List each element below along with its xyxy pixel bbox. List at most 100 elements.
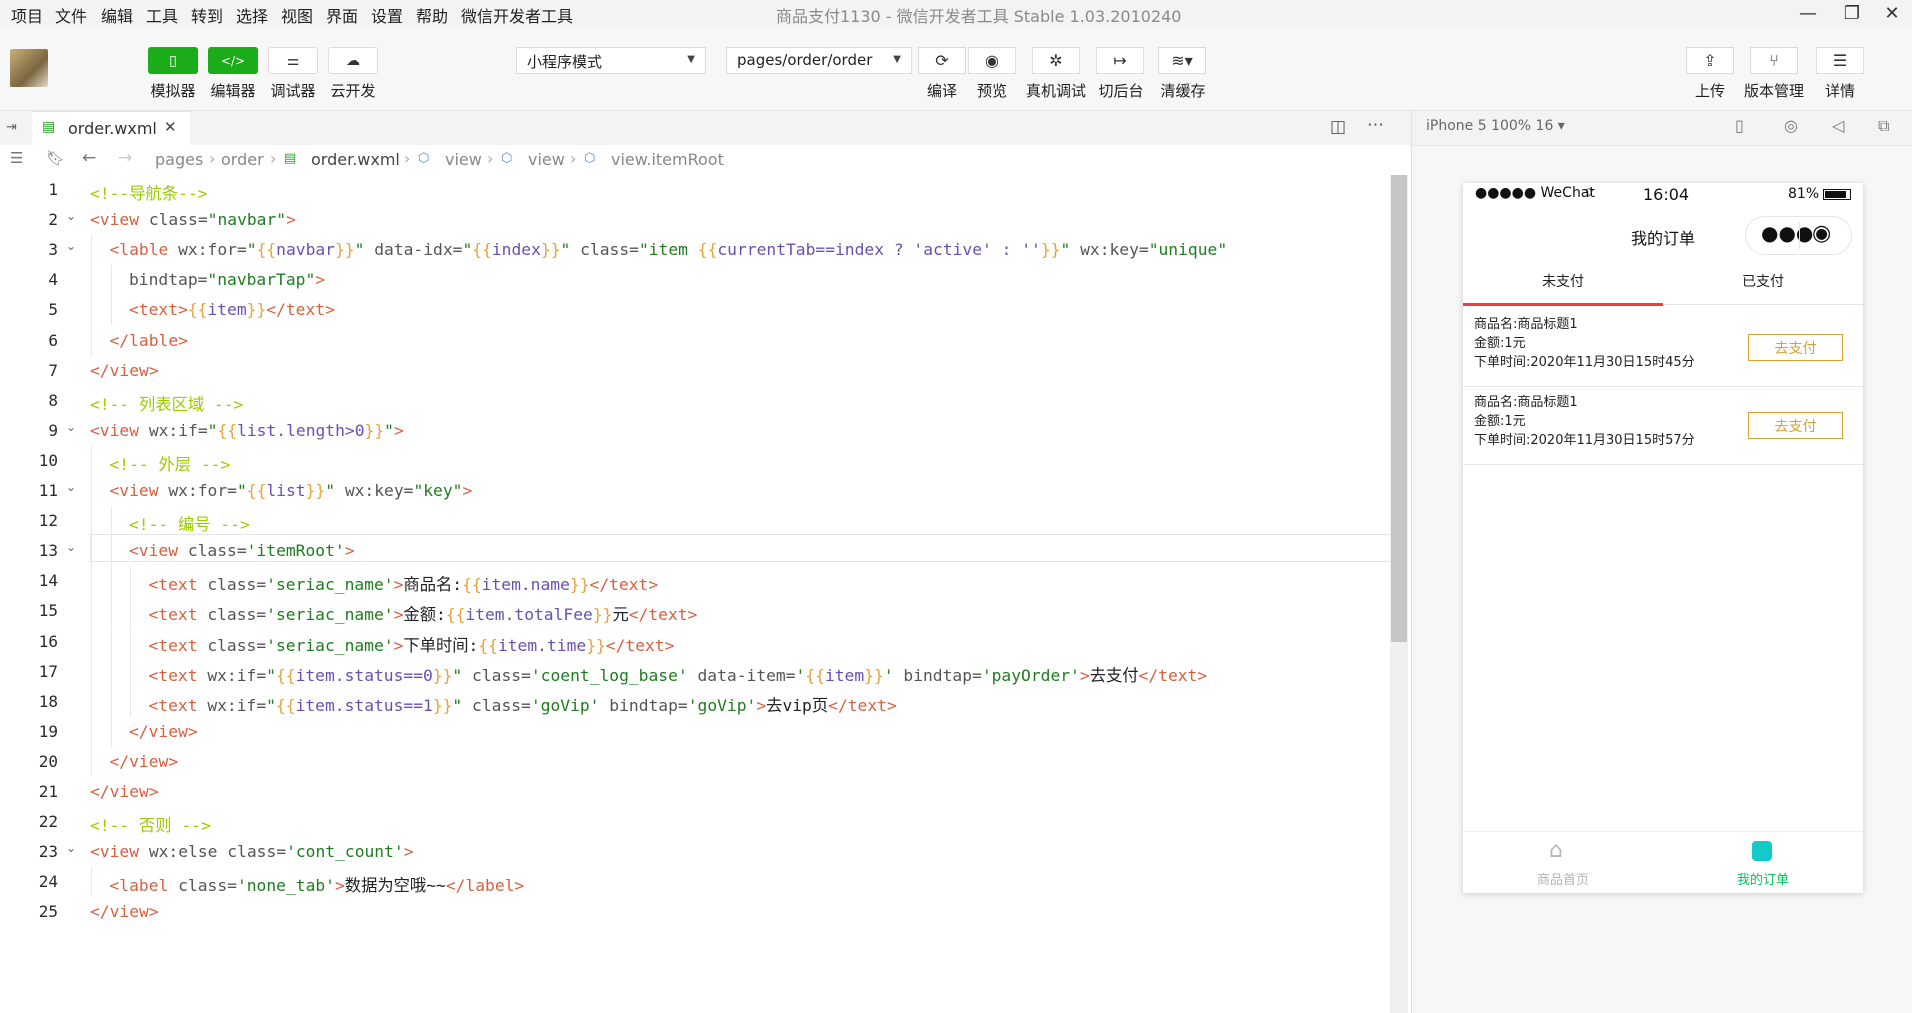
code-line[interactable]: 1 <!--导航条--> xyxy=(0,175,1400,205)
code-line[interactable]: 16 <text class='seriac_name'>下单时间:{{item.… xyxy=(0,626,1400,657)
code-line[interactable]: 14 <text class='seriac_name'>商品名:{{item.n… xyxy=(0,566,1400,597)
breadcrumb-view-2[interactable]: view xyxy=(528,150,565,169)
minimize-icon[interactable]: — xyxy=(1786,0,1830,27)
menu-wechat-devtools[interactable]: 微信开发者工具 xyxy=(461,3,573,27)
tab-paid[interactable]: 已支付 xyxy=(1663,271,1863,291)
close-mini-program-icon[interactable]: ◉ xyxy=(1812,221,1831,246)
phone-icon[interactable]: ▯ xyxy=(1735,116,1744,135)
compile-button[interactable]: ⟳ xyxy=(918,47,966,74)
code-line[interactable]: 17 <text wx:if="{{item.status==0}}" class… xyxy=(0,656,1400,687)
breadcrumb-file[interactable]: order.wxml xyxy=(311,150,400,169)
code-line[interactable]: 10 <!-- 外层 --> xyxy=(0,445,1400,476)
device-select[interactable]: iPhone 5 100% 16 ▾ xyxy=(1426,118,1565,134)
code-line[interactable]: 18 <text wx:if="{{item.status==1}}" class… xyxy=(0,686,1400,717)
code-line[interactable]: 6 </lable> xyxy=(0,325,1400,356)
order-name: 商品名:商品标题1 xyxy=(1474,395,1578,410)
code-line[interactable]: 25 </view> xyxy=(0,897,1400,927)
breadcrumb-view-1[interactable]: view xyxy=(445,150,482,169)
code-line[interactable]: 9 ⌄ <view wx:if="{{list.length>0}}"> xyxy=(0,416,1400,446)
code-line[interactable]: 13 ⌄ <view class='itemRoot'> xyxy=(0,536,1400,567)
capsule-menu[interactable]: ●●● ◉ xyxy=(1745,216,1852,255)
code-line[interactable]: 5 <text>{{item}}</text> xyxy=(0,295,1400,326)
cloud-dev-button[interactable]: ☁ xyxy=(328,47,378,74)
remote-debug-button[interactable]: ✲ xyxy=(1032,47,1080,74)
switch-background-button[interactable]: ↦ xyxy=(1096,47,1144,74)
menu-settings[interactable]: 设置 xyxy=(371,3,403,27)
more-icon[interactable]: ⋯ xyxy=(1367,115,1384,135)
code-line[interactable]: 19 </view> xyxy=(0,716,1400,747)
code-token: " xyxy=(207,420,218,440)
preview-button[interactable]: ◉ xyxy=(968,47,1016,74)
code-line[interactable]: 21 </view> xyxy=(0,777,1400,807)
code-token: {{ xyxy=(445,605,466,625)
menu-edit[interactable]: 编辑 xyxy=(101,3,133,27)
code-text: </view> xyxy=(90,782,159,801)
menu-project[interactable]: 项目 xyxy=(11,3,43,27)
tab-unpaid[interactable]: 未支付 xyxy=(1463,271,1663,291)
pay-button[interactable]: 去支付 xyxy=(1748,412,1843,439)
code-line[interactable]: 15 <text class='seriac_name'>金额:{{item.to… xyxy=(0,596,1400,627)
fold-chevron-icon[interactable]: ⌄ xyxy=(66,420,76,434)
page-select[interactable]: pages/order/order ▼ xyxy=(726,47,912,74)
editor-scrollbar-thumb[interactable] xyxy=(1391,175,1407,642)
code-line[interactable]: 22 <!-- 否则 --> xyxy=(0,807,1400,837)
fold-chevron-icon[interactable]: ⌄ xyxy=(66,480,76,494)
fold-chevron-icon[interactable]: ⌄ xyxy=(66,209,76,223)
code-line[interactable]: 4 bindtap="navbarTap"> xyxy=(0,265,1400,296)
tab-order-wxml[interactable]: ▤ order.wxml ✕ xyxy=(32,111,190,146)
menu-goto[interactable]: 转到 xyxy=(191,3,223,27)
fold-chevron-icon[interactable]: ⌄ xyxy=(66,540,76,554)
detach-window-icon[interactable]: ⧉ xyxy=(1878,116,1889,136)
close-tab-icon[interactable]: ✕ xyxy=(164,118,177,136)
fold-chevron-icon[interactable]: ⌄ xyxy=(66,841,76,855)
bookmark-icon[interactable]: 🔖︎ xyxy=(46,149,65,167)
breadcrumb-order[interactable]: order xyxy=(221,150,264,169)
close-icon[interactable]: ✕ xyxy=(1870,0,1912,27)
code-line[interactable]: 11 ⌄ <view wx:for="{{list}}" wx:key="key"> xyxy=(0,476,1400,506)
back-arrow-icon[interactable]: ← xyxy=(82,148,96,168)
pay-button[interactable]: 去支付 xyxy=(1748,334,1843,361)
code-line[interactable]: 8 <!-- 列表区域 --> xyxy=(0,386,1400,416)
menu-view[interactable]: 视图 xyxy=(281,3,313,27)
mode-select[interactable]: 小程序模式 ▼ xyxy=(516,47,706,74)
details-button[interactable]: ☰ xyxy=(1816,47,1864,74)
code-token: " xyxy=(354,240,365,260)
editor-button[interactable]: </> xyxy=(208,47,258,74)
menu-interface[interactable]: 界面 xyxy=(326,3,358,27)
record-icon[interactable]: ◎ xyxy=(1784,116,1798,135)
split-editor-icon[interactable]: ◫ xyxy=(1330,117,1346,137)
restore-icon[interactable]: ❐ xyxy=(1830,0,1874,27)
more-dots-icon[interactable]: ●●● xyxy=(1761,221,1813,245)
code-token: }} xyxy=(364,420,385,440)
fold-chevron-icon[interactable]: ⌄ xyxy=(66,239,76,253)
clear-cache-button[interactable]: ≋▾ xyxy=(1158,47,1206,74)
code-token: " xyxy=(325,481,336,500)
version-button[interactable]: ⑂ xyxy=(1750,47,1798,74)
simulator-button[interactable]: ▯ xyxy=(148,47,198,74)
code-line[interactable]: 2 ⌄ <view class="navbar"> xyxy=(0,205,1400,235)
breadcrumb-pages[interactable]: pages xyxy=(155,150,203,169)
forward-arrow-icon[interactable]: → xyxy=(118,148,132,168)
upload-button[interactable]: ⇪ xyxy=(1686,47,1734,74)
menu-help[interactable]: 帮助 xyxy=(416,3,448,27)
avatar[interactable] xyxy=(10,49,48,87)
volume-icon[interactable]: ◁ xyxy=(1832,116,1844,135)
code-line[interactable]: 12 <!-- 编号 --> xyxy=(0,506,1400,537)
code-line[interactable]: 24 <label class='none_tab'>数据为空哦~~</label… xyxy=(0,867,1400,898)
code-line[interactable]: 7 </view> xyxy=(0,356,1400,386)
breadcrumb-view-itemroot[interactable]: view.itemRoot xyxy=(611,150,724,169)
tabbar-item-orders[interactable]: 我的订单 xyxy=(1663,832,1863,894)
code-token: " xyxy=(266,695,276,715)
code-line[interactable]: 20 </view> xyxy=(0,746,1400,777)
menu-select[interactable]: 选择 xyxy=(236,3,268,27)
menu-file[interactable]: 文件 xyxy=(55,3,87,27)
code-text: <view class="navbar"> xyxy=(90,210,296,229)
tabbar-item-home[interactable]: ⌂ 商品首页 xyxy=(1463,832,1663,894)
code-token: <text xyxy=(148,695,208,715)
code-line[interactable]: 23 ⌄ <view wx:else class='cont_count'> xyxy=(0,837,1400,867)
code-line[interactable]: 3 ⌄ <lable wx:for="{{navbar}}" data-idx="{… xyxy=(0,235,1400,266)
outline-icon[interactable]: ☰ xyxy=(10,149,23,167)
debugger-button[interactable]: ⚌ xyxy=(268,47,318,74)
menu-tools[interactable]: 工具 xyxy=(146,3,178,27)
collapse-sidebar-icon[interactable]: ⇥ xyxy=(6,120,17,135)
